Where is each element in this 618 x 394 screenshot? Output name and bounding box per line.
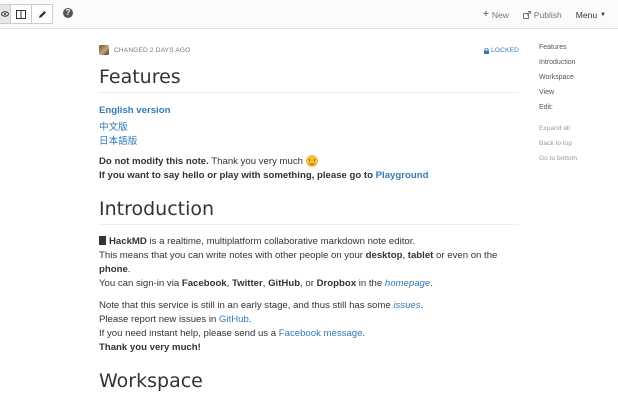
notice-bold: Do not modify this note.	[99, 156, 209, 167]
new-button[interactable]: + New	[483, 9, 509, 20]
twitter-text: Twitter	[232, 278, 263, 289]
link-japanese[interactable]: 日本語版	[99, 133, 137, 147]
text: or even on the	[433, 250, 498, 261]
file-icon	[99, 236, 106, 245]
hackmd-name: HackMD	[109, 236, 147, 247]
text: This means that you can write notes with…	[99, 250, 366, 261]
text: .	[248, 314, 252, 325]
hello-text: If you want to say hello or play with so…	[99, 170, 376, 181]
eye-icon	[0, 11, 9, 17]
note-meta: CHANGED 2 DAYS AGO LOCKED	[99, 45, 519, 57]
playground-link[interactable]: Playground	[376, 170, 429, 181]
intro-line-7: If you need instant help, please send us…	[99, 328, 365, 339]
facebook-message-link[interactable]: Facebook message	[279, 328, 363, 339]
hello-line: If you want to say hello or play with so…	[99, 170, 428, 181]
pencil-icon	[38, 10, 46, 18]
both-mode-button[interactable]	[10, 4, 32, 24]
help-icon[interactable]: ?	[63, 8, 73, 18]
facebook-text: Facebook	[181, 278, 227, 289]
publish-button[interactable]: Publish	[522, 9, 562, 20]
text: You can sign-in via	[99, 278, 182, 289]
divider	[99, 224, 519, 225]
toc-item-features[interactable]: Features	[539, 44, 567, 51]
homepage-link[interactable]: homepage	[385, 278, 430, 289]
toc-item-introduction[interactable]: Introduction	[539, 59, 576, 66]
avatar	[99, 45, 109, 55]
text: .	[127, 264, 131, 275]
intro-line-6: Please report new issues in GitHub.	[99, 314, 252, 325]
github-link[interactable]: GitHub	[219, 314, 249, 325]
heading-features-text: Features	[99, 66, 181, 88]
heading-workspace-text: Workspace	[99, 370, 203, 392]
tablet-text: tablet	[407, 250, 434, 261]
text: .	[362, 328, 366, 339]
caret-down-icon: ▼	[600, 11, 606, 18]
text: Please report new issues in	[99, 314, 219, 325]
dropbox-text: Dropbox	[316, 278, 357, 289]
menu-label: Menu	[575, 9, 598, 20]
top-actions: + New Publish Menu ▼	[483, 9, 606, 20]
text: , or	[300, 278, 317, 289]
desktop-text: desktop	[365, 250, 403, 261]
plus-icon: +	[483, 9, 489, 20]
notice-rest: Thank you very much	[208, 156, 306, 167]
publish-label: Publish	[533, 9, 562, 20]
changed-label: CHANGED 2 DAYS AGO	[114, 47, 191, 54]
intro-line-5: Note that this service is still in an ea…	[99, 300, 423, 311]
lock-icon	[484, 47, 490, 54]
text: .	[430, 278, 433, 289]
menu-dropdown[interactable]: Menu ▼	[576, 9, 606, 20]
text: .	[420, 300, 424, 311]
columns-icon	[16, 9, 26, 19]
heading-introduction-text: Introduction	[99, 198, 215, 220]
thanks-line: Thank you very much!	[99, 342, 201, 353]
toc-back-to-top[interactable]: Back to top	[539, 140, 572, 147]
share-icon	[522, 10, 531, 19]
github-text: GitHub	[268, 278, 301, 289]
smile-emoji-icon	[305, 155, 318, 167]
toc-expand-all[interactable]: Expand all	[539, 125, 570, 132]
notice-line: Do not modify this note. Thank you very …	[99, 155, 318, 167]
text: Note that this service is still in an ea…	[99, 300, 394, 311]
toc-item-workspace[interactable]: Workspace	[539, 74, 574, 81]
edit-mode-button[interactable]	[31, 4, 53, 24]
divider	[99, 92, 519, 93]
toc-go-to-bottom[interactable]: Go to bottom	[539, 155, 577, 162]
text: If you need instant help, please send us…	[99, 328, 279, 339]
intro-line-3: phone.	[99, 264, 130, 275]
top-toolbar: ? + New Publish Menu ▼	[0, 0, 618, 29]
phone-text: phone	[99, 264, 128, 275]
text: in the	[356, 278, 385, 289]
heading-features: Features	[99, 66, 519, 93]
locked-badge[interactable]: LOCKED	[484, 47, 519, 54]
link-chinese[interactable]: 中文版	[99, 119, 128, 133]
issues-link[interactable]: issues	[393, 300, 420, 311]
mode-switch	[0, 4, 53, 24]
intro-desc: is a realtime, multiplatform collaborati…	[146, 236, 416, 247]
toc-item-view[interactable]: View	[539, 89, 554, 96]
toc-item-edit[interactable]: Edit:	[539, 104, 553, 111]
intro-line-2: This means that you can write notes with…	[99, 250, 497, 261]
link-english[interactable]: English version	[99, 105, 170, 116]
intro-line-1: HackMD is a realtime, multiplatform coll…	[99, 236, 415, 247]
new-label: New	[491, 9, 509, 20]
heading-workspace: Workspace	[99, 370, 519, 392]
heading-introduction: Introduction	[99, 198, 519, 225]
locked-label: LOCKED	[491, 47, 519, 54]
intro-line-4: You can sign-in via Facebook, Twitter, G…	[99, 278, 433, 289]
